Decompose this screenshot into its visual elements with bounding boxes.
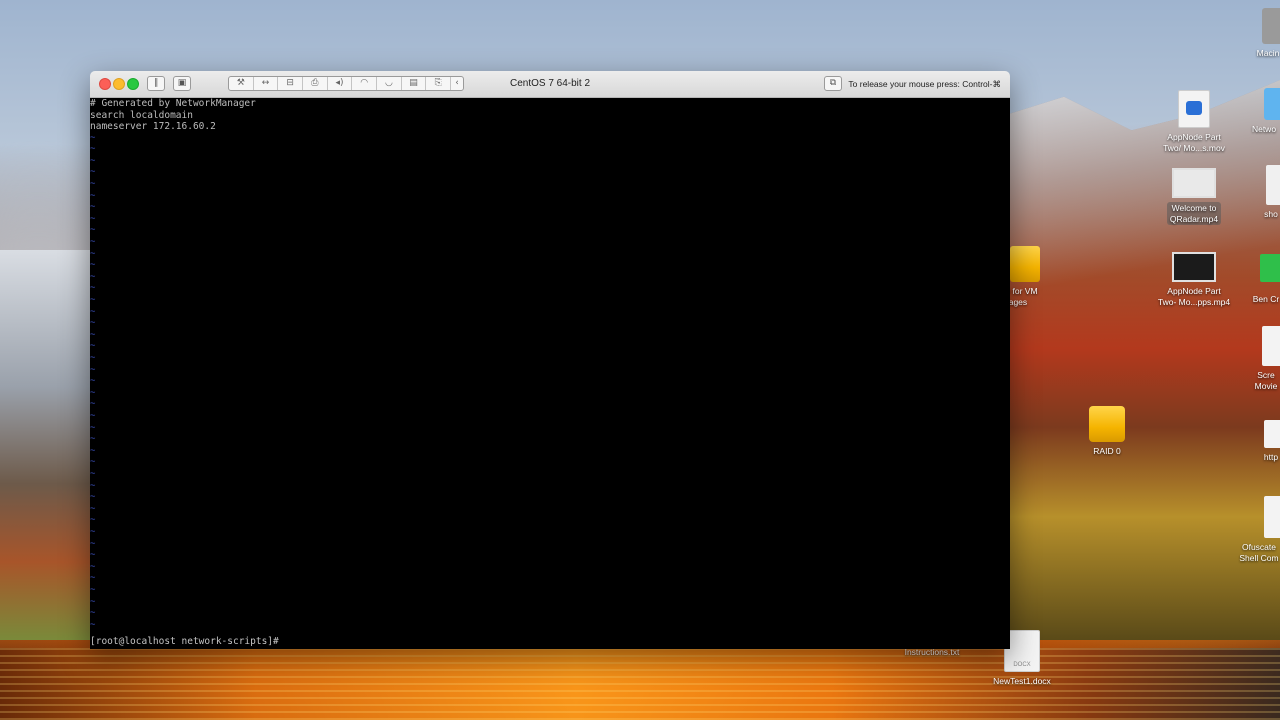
vi-tilde: ~: [90, 561, 96, 572]
vi-tilde: ~: [90, 318, 96, 329]
window-titlebar[interactable]: ∥ ▣ ⚒ ↔ ⊟ ⎙ ◂) ◠ ◡ ▤ ⎘ ‹ CentOS 7 64-bit…: [90, 71, 1010, 98]
vi-tilde: ~: [90, 271, 96, 282]
terminal-line: # Generated by NetworkManager: [90, 98, 256, 109]
desktop-icon-label: Netwo: [1251, 124, 1277, 134]
desktop-icon-label: Ben Cr: [1252, 294, 1280, 304]
movie-file-icon: [1262, 326, 1280, 366]
terminal-screen[interactable]: # Generated by NetworkManager search loc…: [90, 98, 1010, 649]
vi-tilde: ~: [90, 376, 96, 387]
desktop-icon-label: Scre Movie: [1254, 370, 1278, 391]
desktop-icon-label: RAID 0: [1093, 446, 1121, 456]
vi-tilde: ~: [90, 364, 96, 375]
vi-tilde: ~: [90, 329, 96, 340]
vi-tilde: ~: [90, 178, 96, 189]
document-icon: [1264, 496, 1280, 538]
vi-tilde: ~: [90, 283, 96, 294]
desktop-icon-label: D for VM nages: [1004, 286, 1038, 307]
vi-tilde: ~: [90, 155, 96, 166]
vi-tilde: ~: [90, 410, 96, 421]
hard-drive-icon: [1262, 8, 1280, 44]
shell-prompt: [root@localhost network-scripts]#: [90, 636, 279, 647]
desktop-icon-network[interactable]: Netwo: [1244, 88, 1280, 135]
vi-tilde: ~: [90, 445, 96, 456]
vi-tilde: ~: [90, 584, 96, 595]
desktop-icon-vm-images[interactable]: D for VM nages: [1004, 246, 1052, 307]
vi-tilde: ~: [90, 190, 96, 201]
vi-tilde: ~: [90, 341, 96, 352]
vi-tilde: ~: [90, 515, 96, 526]
desktop-icon-label: Welcome to QRadar.mp4: [1166, 202, 1222, 225]
document-icon: [1266, 165, 1280, 205]
vi-tilde: ~: [90, 538, 96, 549]
desktop-icon-label: Ofuscate Shell Com: [1239, 542, 1279, 563]
desktop-icon-ben[interactable]: Ben Cr: [1246, 254, 1280, 305]
vi-tilde: ~: [90, 608, 96, 619]
desktop-icon-label: AppNode Part Two/ Mo...s.mov: [1163, 132, 1225, 153]
vi-tilde: ~: [90, 399, 96, 410]
wallpaper-lake-reflection: [0, 648, 1280, 720]
desktop-icon-label: NewTest1.docx: [993, 676, 1051, 686]
desktop-icon-ofuscate[interactable]: Ofuscate Shell Com: [1234, 496, 1280, 563]
vi-tilde: ~: [90, 526, 96, 537]
vi-tilde: ~: [90, 480, 96, 491]
vi-tilde: ~: [90, 434, 96, 445]
external-drive-icon: [1089, 406, 1125, 442]
vi-tilde: ~: [90, 596, 96, 607]
drive-icon: [1010, 246, 1040, 282]
terminal-line: search localdomain: [90, 109, 193, 121]
desktop-icon-welcome-qradar[interactable]: Welcome to QRadar.mp4: [1160, 168, 1228, 227]
vi-tilde: ~: [90, 260, 96, 271]
desktop-icon-raid[interactable]: RAID 0: [1080, 406, 1134, 457]
wallpaper-mountain-left: [0, 250, 90, 640]
terminal-line: nameserver 172.16.60.2: [90, 121, 216, 132]
vi-tilde: ~: [90, 144, 96, 155]
desktop-icon-label: sho: [1264, 209, 1278, 219]
vi-tilde: ~: [90, 387, 96, 398]
vi-tilde: ~: [90, 236, 96, 247]
vi-tilde: ~: [90, 167, 96, 178]
vi-tilde: ~: [90, 225, 96, 236]
desktop-icon-appnode-movie-2[interactable]: AppNode Part Two- Mo...pps.mp4: [1150, 252, 1238, 307]
vi-tilde: ~: [90, 492, 96, 503]
vi-tilde: ~: [90, 457, 96, 468]
vi-tilde: ~: [90, 550, 96, 561]
movie-file-icon: [1178, 90, 1210, 128]
vi-tilde: ~: [90, 352, 96, 363]
vm-window[interactable]: ∥ ▣ ⚒ ↔ ⊟ ⎙ ◂) ◠ ◡ ▤ ⎘ ‹ CentOS 7 64-bit…: [90, 71, 1010, 649]
desktop-icon-https[interactable]: http: [1256, 420, 1280, 463]
vi-tilde: ~: [90, 132, 96, 143]
vi-tilde: ~: [90, 248, 96, 259]
unity-button[interactable]: ⧉: [824, 76, 842, 91]
unity-icon: ⧉: [829, 78, 837, 88]
vi-tilde: ~: [90, 202, 96, 213]
docx-badge: DOCX: [1013, 662, 1031, 668]
vi-tilde: ~: [90, 422, 96, 433]
desktop-icon-appnode-movie-1[interactable]: AppNode Part Two/ Mo...s.mov: [1150, 90, 1238, 153]
vi-tilde: ~: [90, 468, 96, 479]
spreadsheet-icon: [1260, 254, 1280, 282]
video-thumbnail-icon: [1172, 252, 1216, 282]
desktop-icon-label: http: [1263, 452, 1279, 462]
release-mouse-hint: To release your mouse press: Control-⌘: [848, 79, 1001, 89]
vi-tilde: ~: [90, 573, 96, 584]
video-thumbnail-icon: [1172, 168, 1216, 198]
desktop-icon-label: AppNode Part Two- Mo...pps.mp4: [1157, 286, 1231, 307]
vi-tilde: ~: [90, 294, 96, 305]
folder-icon: [1264, 88, 1280, 120]
desktop-icon-sho[interactable]: sho: [1256, 165, 1280, 220]
vi-tilde: ~: [90, 503, 96, 514]
desktop-icon-label: Macin: [1256, 48, 1280, 58]
webloc-icon: [1264, 420, 1280, 448]
vi-tilde: ~: [90, 306, 96, 317]
desktop-icon-screen-movie[interactable]: Scre Movie: [1248, 326, 1280, 391]
vi-tilde: ~: [90, 619, 96, 630]
vi-tilde: ~: [90, 213, 96, 224]
desktop-icon-macintosh[interactable]: Macin: [1248, 8, 1280, 59]
